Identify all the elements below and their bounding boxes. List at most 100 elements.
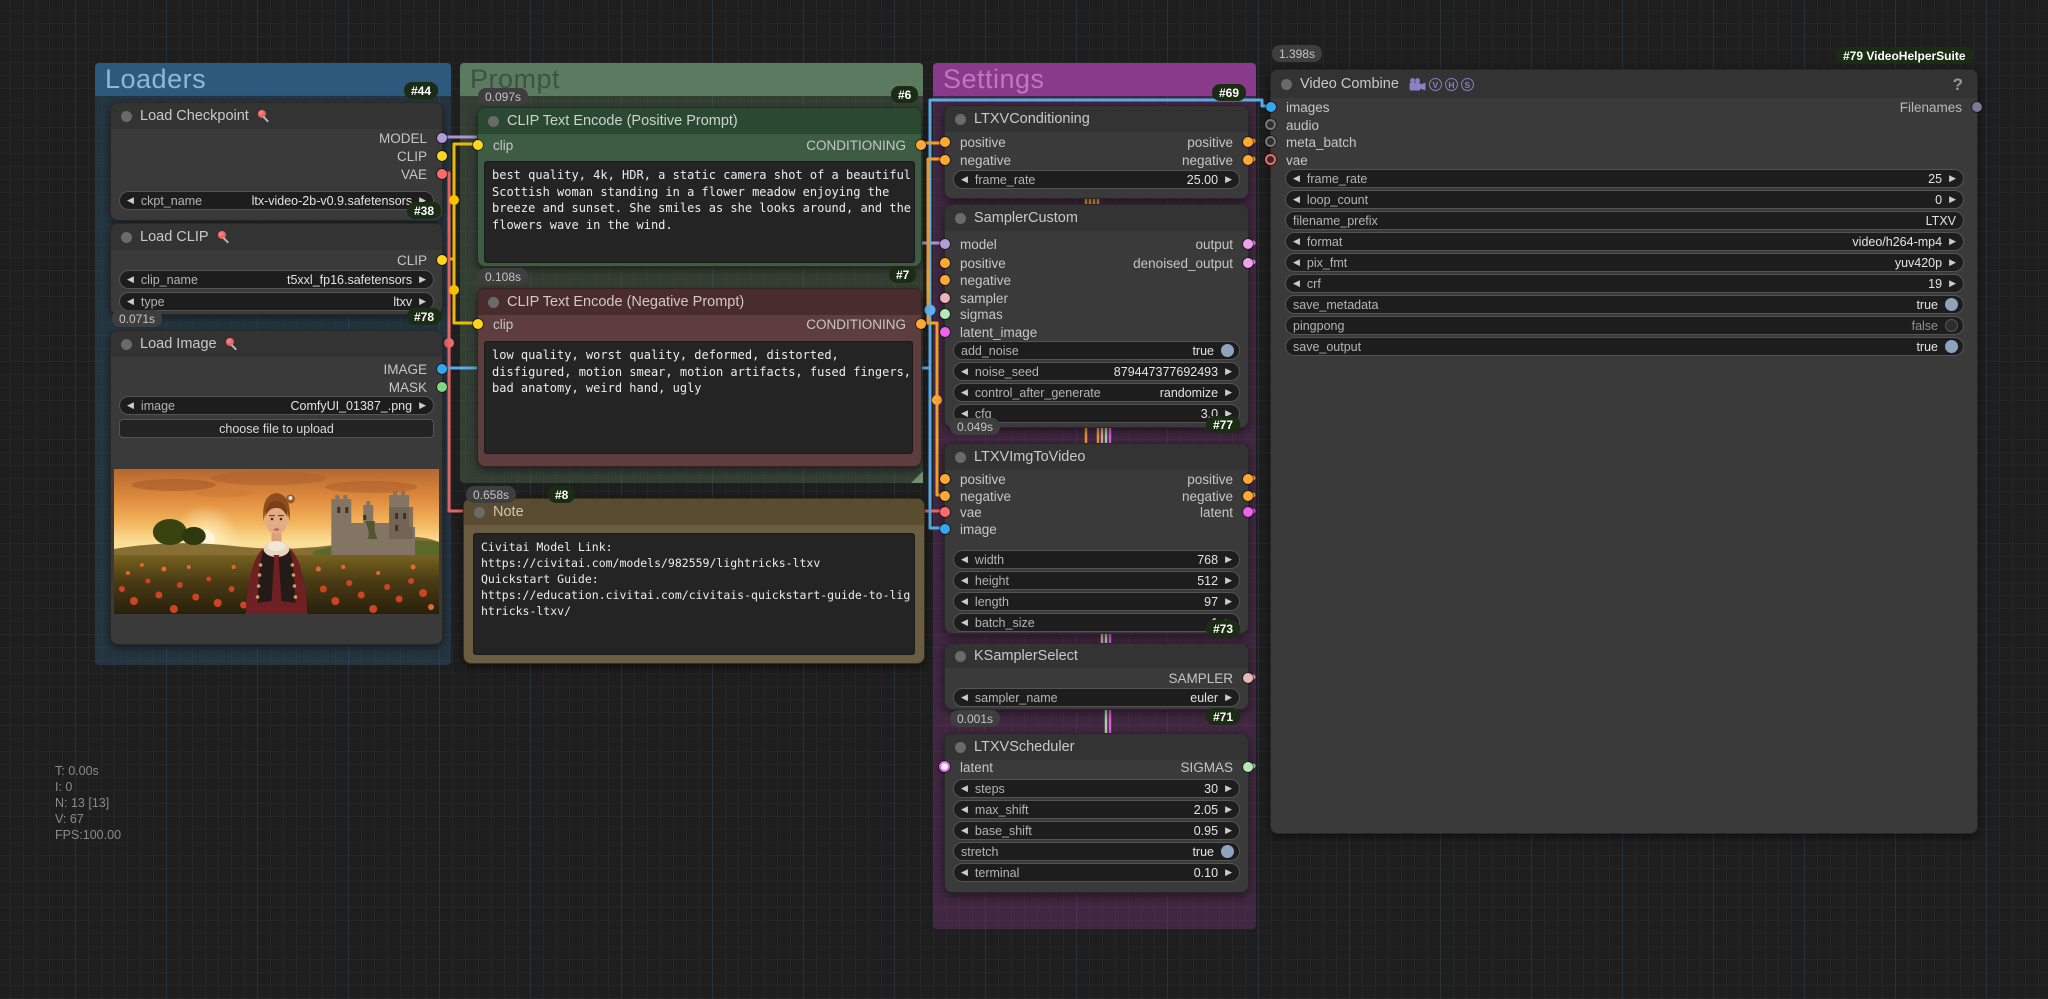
prev-arrow-icon[interactable]: ◀ [127, 275, 134, 284]
next-arrow-icon[interactable]: ▶ [1225, 693, 1232, 702]
node-load-clip[interactable]: Load CLIP CLIP ◀ clip_name t5xxl_fp16.sa… [110, 223, 443, 315]
input-positive[interactable]: positive [945, 133, 1006, 151]
output-negative[interactable]: negative [1182, 151, 1248, 169]
input-positive[interactable]: positive [945, 254, 1006, 272]
prev-arrow-icon[interactable]: ◀ [961, 784, 968, 793]
group-resize-handle[interactable] [911, 471, 923, 483]
collapse-dot[interactable] [488, 297, 499, 308]
conditioning-port-dot[interactable] [940, 275, 950, 285]
sampler-port-dot[interactable] [1243, 673, 1253, 683]
vc-filename-prefix-widget[interactable]: filename_prefix LTXV [1285, 211, 1964, 230]
steps-widget[interactable]: ◀ steps 30 ▶ [953, 779, 1240, 798]
conditioning-port-dot[interactable] [1243, 137, 1253, 147]
latent-port-dot[interactable] [940, 327, 950, 337]
vc-pix-fmt-widget[interactable]: ◀ pix_fmt yuv420p ▶ [1285, 253, 1964, 272]
positive-prompt-textarea[interactable]: best quality, 4k, HDR, a static camera s… [484, 161, 915, 263]
output-mask[interactable]: MASK [389, 378, 442, 396]
input-positive[interactable]: positive [945, 470, 1006, 488]
output-clip[interactable]: CLIP [397, 251, 442, 269]
frame-rate-widget[interactable]: ◀ frame_rate 25.00 ▶ [953, 170, 1240, 189]
vae-port-dot[interactable] [437, 169, 447, 179]
node-img2vid-titlebar[interactable]: LTXVImgToVideo [945, 444, 1248, 470]
conditioning-port-dot[interactable] [1243, 491, 1253, 501]
vc-save-metadata-toggle[interactable]: save_metadata true [1285, 295, 1964, 314]
vc-crf-widget[interactable]: ◀ crf 19 ▶ [1285, 274, 1964, 293]
node-clip-text-encode-negative[interactable]: CLIP Text Encode (Negative Prompt) clip … [477, 288, 922, 467]
input-latent[interactable]: latent [945, 758, 993, 776]
output-sampler[interactable]: SAMPLER [1168, 669, 1248, 687]
model-port-dot[interactable] [940, 239, 950, 249]
prev-arrow-icon[interactable]: ◀ [127, 401, 134, 410]
sampler-port-dot[interactable] [940, 293, 950, 303]
collapse-dot[interactable] [955, 651, 966, 662]
output-model[interactable]: MODEL [379, 129, 442, 147]
next-arrow-icon[interactable]: ▶ [1225, 597, 1232, 606]
conditioning-port-dot[interactable] [1243, 474, 1253, 484]
collapse-dot[interactable] [488, 116, 499, 127]
latent-port-dot[interactable] [1243, 507, 1253, 517]
toggle-on-icon[interactable] [1221, 344, 1234, 357]
control-after-generate-widget[interactable]: ◀ control_after_generate randomize ▶ [953, 383, 1240, 402]
prev-arrow-icon[interactable]: ◀ [127, 297, 134, 306]
node-ltxv-conditioning-titlebar[interactable]: LTXVConditioning [945, 106, 1248, 132]
node-ltxv-conditioning[interactable]: LTXVConditioning positive negative posit… [944, 105, 1249, 199]
input-audio[interactable]: audio [1271, 116, 1319, 134]
output-conditioning[interactable]: CONDITIONING [806, 315, 921, 333]
next-arrow-icon[interactable]: ▶ [1949, 237, 1956, 246]
next-arrow-icon[interactable]: ▶ [1949, 174, 1956, 183]
group-loaders-title[interactable]: Loaders [95, 63, 451, 96]
prev-arrow-icon[interactable]: ◀ [961, 693, 968, 702]
stretch-toggle[interactable]: stretch true [953, 842, 1240, 861]
toggle-off-icon[interactable] [1945, 319, 1958, 332]
collapse-dot[interactable] [955, 213, 966, 224]
output-conditioning[interactable]: CONDITIONING [806, 136, 921, 154]
next-arrow-icon[interactable]: ▶ [1225, 576, 1232, 585]
conditioning-port-dot[interactable] [940, 474, 950, 484]
input-clip[interactable]: clip [478, 136, 513, 154]
negative-prompt-textarea[interactable]: low quality, worst quality, deformed, di… [484, 341, 913, 454]
prev-arrow-icon[interactable]: ◀ [961, 175, 968, 184]
vc-save-output-toggle[interactable]: save_output true [1285, 337, 1964, 356]
toggle-on-icon[interactable] [1221, 845, 1234, 858]
prev-arrow-icon[interactable]: ◀ [1293, 279, 1300, 288]
upload-button[interactable]: choose file to upload [119, 419, 434, 438]
next-arrow-icon[interactable]: ▶ [1949, 258, 1956, 267]
collapse-dot[interactable] [474, 507, 485, 518]
node-ksampler-select[interactable]: KSamplerSelect SAMPLER ◀ sampler_name eu… [944, 643, 1249, 710]
output-vae[interactable]: VAE [401, 165, 442, 183]
clip-type-widget[interactable]: ◀ type ltxv ▶ [119, 292, 434, 311]
clip-port-dot[interactable] [473, 140, 483, 150]
node-sampler-custom-titlebar[interactable]: SamplerCustom [945, 205, 1248, 231]
output-positive[interactable]: positive [1187, 133, 1248, 151]
next-arrow-icon[interactable]: ▶ [1949, 195, 1956, 204]
audio-port-dot[interactable] [1265, 119, 1276, 130]
prev-arrow-icon[interactable]: ◀ [961, 805, 968, 814]
input-model[interactable]: model [945, 235, 997, 253]
model-port-dot[interactable] [437, 133, 447, 143]
clip-port-dot[interactable] [437, 255, 447, 265]
group-prompt-title[interactable]: Prompt [460, 63, 923, 96]
collapse-dot[interactable] [955, 114, 966, 125]
prev-arrow-icon[interactable]: ◀ [961, 388, 968, 397]
noise-seed-widget[interactable]: ◀ noise_seed 879447377692493 ▶ [953, 362, 1240, 381]
next-arrow-icon[interactable]: ▶ [1225, 784, 1232, 793]
vc-frame-rate-widget[interactable]: ◀ frame_rate 25 ▶ [1285, 169, 1964, 188]
node-sampler-custom[interactable]: SamplerCustom model positive negative sa… [944, 204, 1249, 428]
max-shift-widget[interactable]: ◀ max_shift 2.05 ▶ [953, 800, 1240, 819]
next-arrow-icon[interactable]: ▶ [1225, 388, 1232, 397]
terminal-widget[interactable]: ◀ terminal 0.10 ▶ [953, 863, 1240, 882]
prev-arrow-icon[interactable]: ◀ [1293, 237, 1300, 246]
clip-name-widget[interactable]: ◀ clip_name t5xxl_fp16.safetensors ▶ [119, 270, 434, 289]
prev-arrow-icon[interactable]: ◀ [961, 555, 968, 564]
collapse-dot[interactable] [121, 232, 132, 243]
node-load-checkpoint-titlebar[interactable]: Load Checkpoint [111, 103, 442, 129]
conditioning-port-dot[interactable] [916, 140, 926, 150]
node-load-image-titlebar[interactable]: Load Image [111, 331, 442, 357]
prev-arrow-icon[interactable]: ◀ [961, 618, 968, 627]
output-filenames[interactable]: Filenames [1900, 98, 1977, 116]
node-ksampler-titlebar[interactable]: KSamplerSelect [945, 644, 1248, 668]
node-load-checkpoint[interactable]: Load Checkpoint MODEL CLIP VAE ◀ ckpt_na… [110, 102, 443, 221]
prev-arrow-icon[interactable]: ◀ [961, 576, 968, 585]
input-image[interactable]: image [945, 520, 997, 538]
toggle-on-icon[interactable] [1945, 298, 1958, 311]
